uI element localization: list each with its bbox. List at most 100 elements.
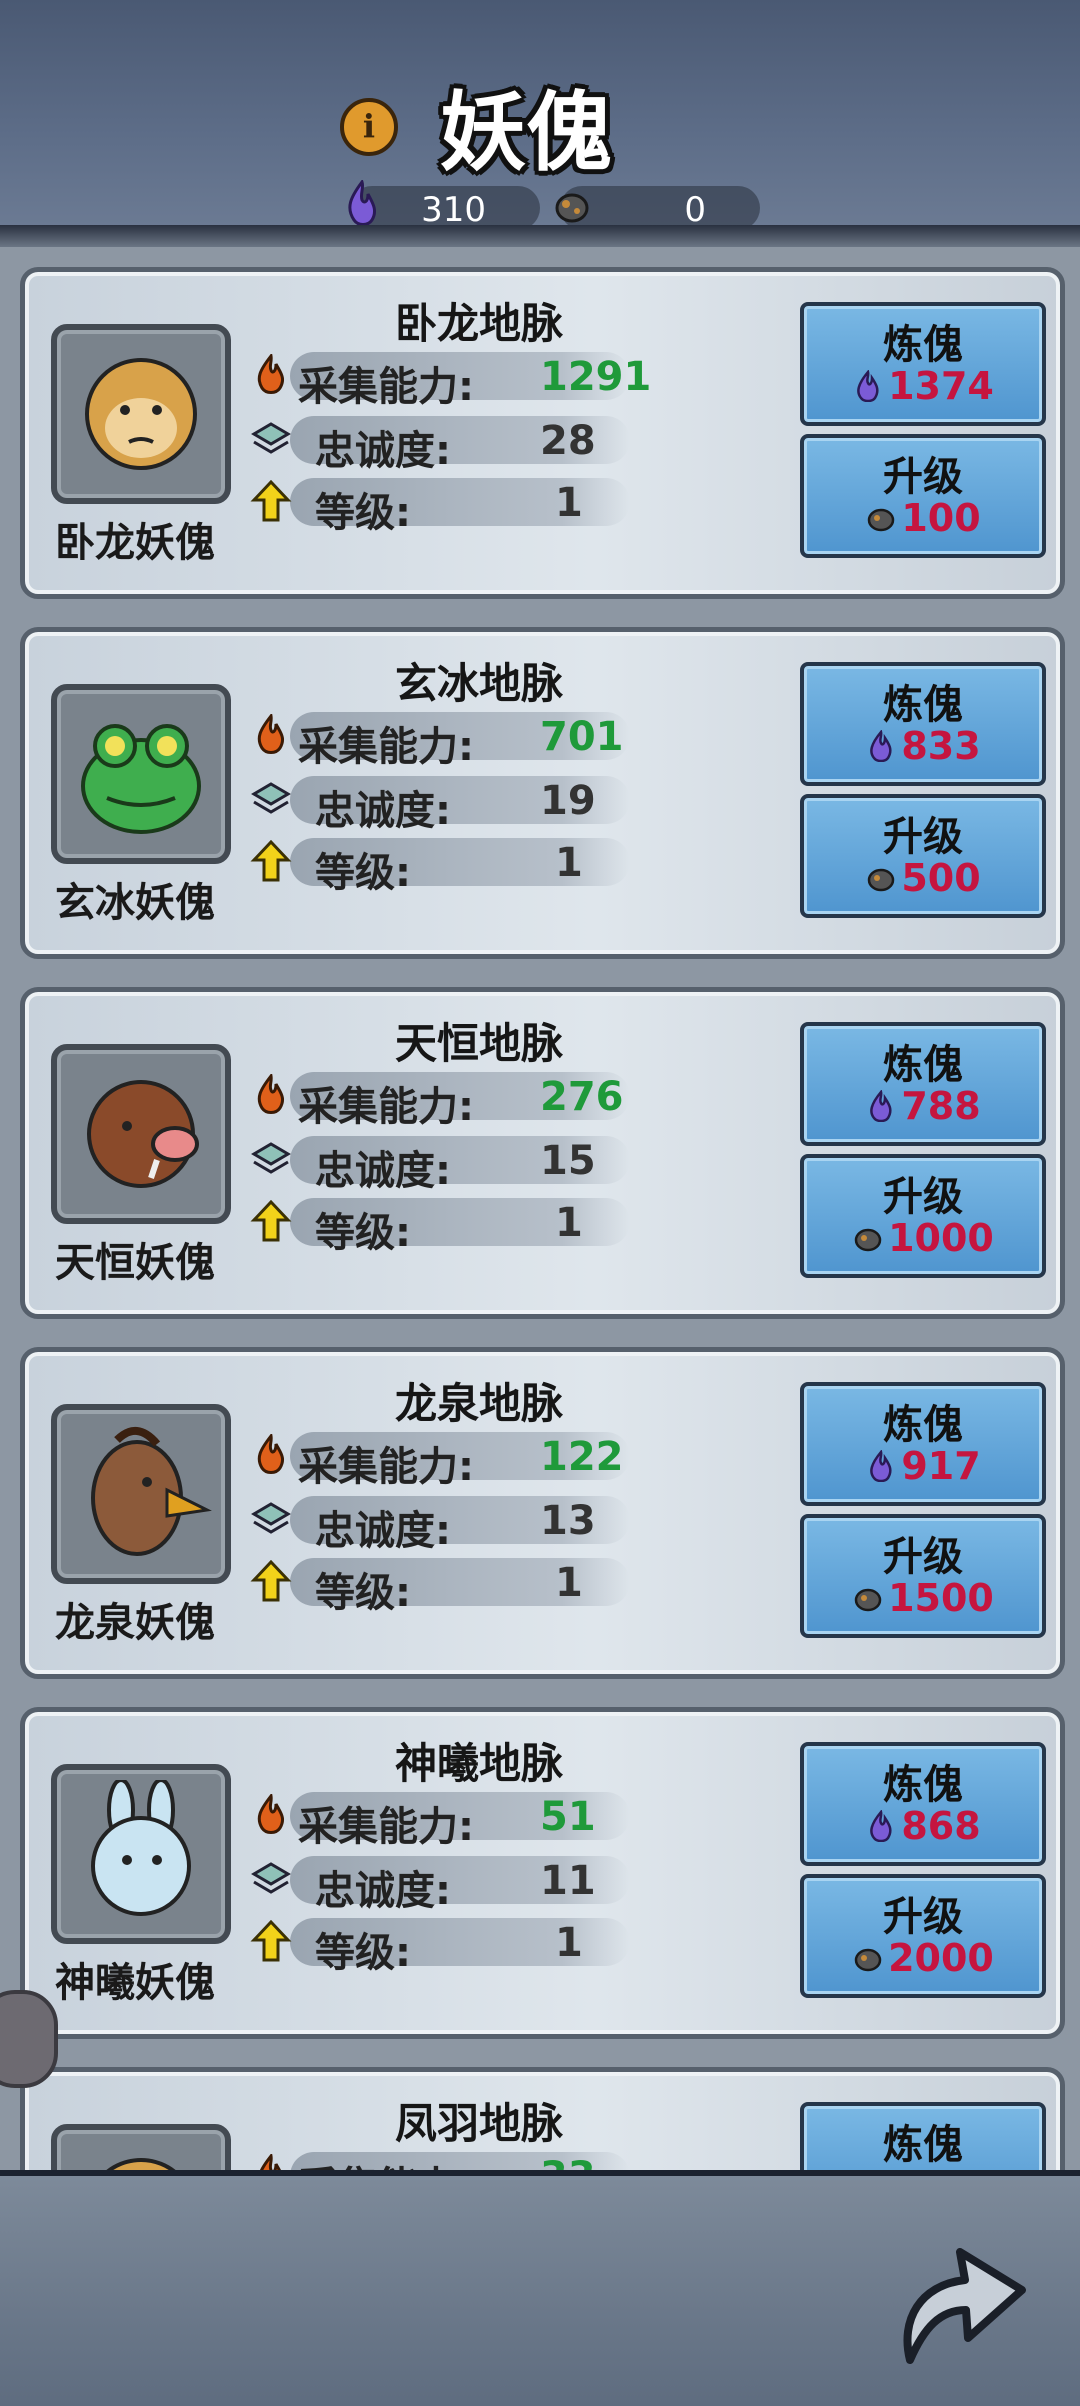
up-arrow-icon [250, 1560, 292, 1602]
refine-button[interactable]: 炼傀 917 [800, 1382, 1046, 1506]
puppet-card: 龙泉妖傀 龙泉地脉 采集能力: 122 忠诚度: 13 等级: 1 炼傀 917… [20, 1347, 1065, 1679]
ore-resource: 0 [555, 186, 760, 230]
refine-button[interactable]: 炼傀 2162 [800, 2102, 1046, 2170]
gather-value: 276 [540, 1074, 624, 1120]
puppet-portrait[interactable] [51, 2124, 231, 2170]
level-value: 1 [555, 1920, 583, 1966]
layers-icon [251, 1502, 291, 1534]
up-arrow-icon [250, 1920, 292, 1962]
upgrade-label: 升级 [883, 1894, 963, 1940]
upgrade-button[interactable]: 升级 1500 [800, 1514, 1046, 1638]
puppet-portrait[interactable] [51, 324, 231, 504]
info-icon[interactable]: i [340, 98, 398, 156]
upgrade-label: 升级 [883, 814, 963, 860]
puppet-list[interactable]: 卧龙妖傀 卧龙地脉 采集能力: 1291 忠诚度: 28 等级: 1 炼傀 13… [0, 250, 1080, 2170]
spirit-resource: 310 [348, 180, 540, 230]
level-value: 1 [555, 1200, 583, 1246]
refine-label: 炼傀 [883, 682, 963, 728]
upgrade-cost: 1000 [804, 1216, 1042, 1260]
puppet-portrait[interactable] [51, 684, 231, 864]
loyalty-value: 11 [540, 1858, 596, 1904]
gather-label: 采集能力: [298, 1444, 474, 1490]
purple-flame-icon [865, 1447, 897, 1483]
refine-cost: 1374 [804, 364, 1042, 408]
ore-stone-icon [852, 1579, 884, 1612]
monkey-portrait-icon [106, 2158, 176, 2170]
gather-label: 采集能力: [298, 1804, 474, 1850]
header: i 妖傀 310 0 [0, 0, 1080, 247]
loyalty-label: 忠诚度: [315, 428, 451, 474]
purple-flame-icon [865, 1087, 897, 1123]
puppet-card: 神曦妖傀 神曦地脉 采集能力: 51 忠诚度: 11 等级: 1 炼傀 868 … [20, 1707, 1065, 2039]
refine-label: 炼傀 [883, 322, 963, 368]
puppet-portrait[interactable] [51, 1404, 231, 1584]
level-label: 等级: [315, 1930, 411, 1976]
ore-stone-icon [865, 859, 897, 892]
footer [0, 2170, 1080, 2406]
refine-cost: 917 [804, 1444, 1042, 1488]
rabbit-portrait-icon [91, 1780, 191, 1916]
layers-icon [251, 422, 291, 454]
ore-stone-icon [865, 499, 897, 532]
layers-icon [251, 782, 291, 814]
puppet-card: 玄冰妖傀 玄冰地脉 采集能力: 701 忠诚度: 19 等级: 1 炼傀 833… [20, 627, 1065, 959]
purple-flame-icon [865, 727, 897, 763]
upgrade-button[interactable]: 升级 1000 [800, 1154, 1046, 1278]
purple-flame-icon [348, 180, 376, 226]
ore-stone-icon [852, 1219, 884, 1252]
fire-icon [257, 714, 284, 754]
up-arrow-icon [250, 840, 292, 882]
vein-name: 天恒地脉 [395, 1019, 564, 1068]
gather-label: 采集能力: [298, 724, 474, 770]
upgrade-button[interactable]: 升级 2000 [800, 1874, 1046, 1998]
refine-label: 炼傀 [883, 1042, 963, 1088]
refine-button[interactable]: 炼傀 788 [800, 1022, 1046, 1146]
level-label: 等级: [315, 1210, 411, 1256]
spirit-value: 310 [421, 190, 486, 230]
upgrade-button[interactable]: 升级 500 [800, 794, 1046, 918]
loyalty-value: 19 [540, 778, 596, 824]
loyalty-label: 忠诚度: [315, 788, 451, 834]
refine-cost-value: 868 [901, 1804, 981, 1848]
refine-label: 炼傀 [883, 2122, 963, 2168]
refine-button[interactable]: 炼傀 1374 [800, 302, 1046, 426]
refine-cost-value: 833 [901, 724, 981, 768]
loyalty-label: 忠诚度: [315, 1508, 451, 1554]
refine-cost-value: 788 [901, 1084, 981, 1128]
puppet-name: 神曦妖傀 [55, 1960, 215, 2006]
gather-value: 33 [540, 2154, 596, 2170]
refine-cost: 833 [804, 724, 1042, 768]
side-avatar[interactable] [0, 1990, 58, 2088]
refine-button[interactable]: 炼傀 833 [800, 662, 1046, 786]
fire-icon [257, 1074, 284, 1114]
upgrade-cost-value: 1500 [888, 1576, 994, 1620]
upgrade-button[interactable]: 升级 100 [800, 434, 1046, 558]
purple-flame-icon [852, 367, 884, 403]
puppet-portrait[interactable] [51, 1044, 231, 1224]
fire-icon [257, 354, 284, 394]
puppet-name: 卧龙妖傀 [55, 520, 215, 566]
refine-cost-value: 917 [901, 1444, 981, 1488]
vein-name: 龙泉地脉 [395, 1379, 564, 1428]
gather-label: 采集能力: [298, 364, 474, 410]
loyalty-value: 28 [540, 418, 596, 464]
ore-stone-icon [555, 193, 589, 223]
level-value: 1 [555, 840, 583, 886]
vein-name: 卧龙地脉 [395, 299, 564, 348]
vein-name: 玄冰地脉 [395, 659, 564, 708]
puppet-portrait[interactable] [51, 1764, 231, 1944]
puppet-name: 天恒妖傀 [55, 1240, 215, 1286]
page-title: 妖傀 [440, 83, 612, 183]
puppet-card: 凤羽地脉 采集能力: 33 忠诚度: 13 等级: 炼傀 2162 升级 [20, 2067, 1065, 2170]
back-arrow-icon[interactable] [890, 2240, 1030, 2370]
gather-label: 采集能力: [298, 1084, 474, 1130]
puppet-card: 卧龙妖傀 卧龙地脉 采集能力: 1291 忠诚度: 28 等级: 1 炼傀 13… [20, 267, 1065, 599]
refine-button[interactable]: 炼傀 868 [800, 1742, 1046, 1866]
fire-icon [257, 1434, 284, 1474]
frog-portrait-icon [81, 724, 201, 834]
fire-icon [259, 2154, 281, 2170]
upgrade-label: 升级 [883, 1534, 963, 1580]
loyalty-value: 15 [540, 1138, 596, 1184]
fire-icon [257, 1794, 284, 1834]
loyalty-value: 13 [540, 1498, 596, 1544]
